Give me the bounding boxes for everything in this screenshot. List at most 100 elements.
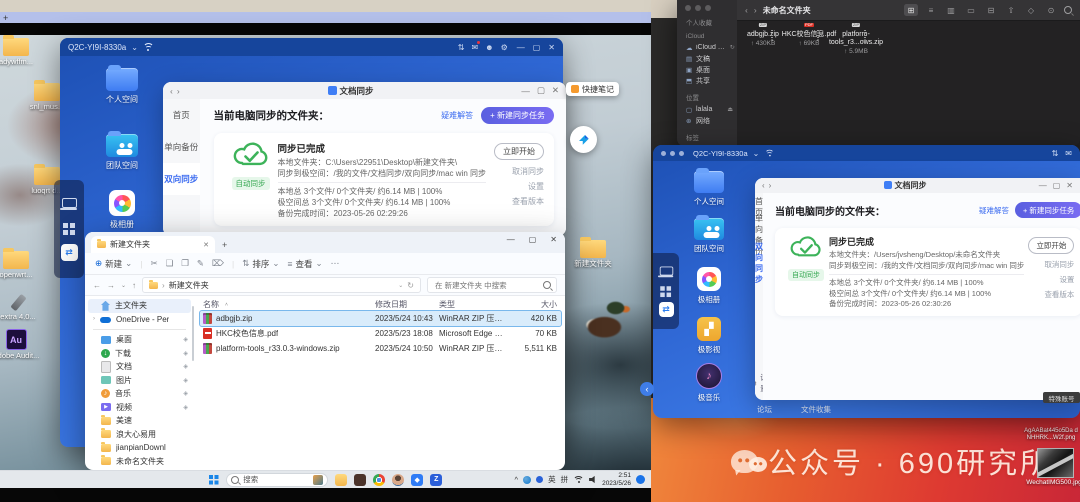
- dock-label-forum[interactable]: 论坛: [757, 404, 772, 415]
- taskbar-profile-avatar[interactable]: [392, 474, 404, 486]
- sidebar-item-music[interactable]: ♪音乐◈: [85, 387, 194, 401]
- close-button[interactable]: ✕: [550, 235, 557, 244]
- sidebar-item-documents[interactable]: ▤文稿: [677, 53, 737, 64]
- finder-file[interactable]: ZIP platform-tools_r3...ows.zip ↑ 5.9MB: [828, 29, 884, 55]
- nav-settings[interactable]: ⚙设置: [755, 372, 763, 394]
- close-button[interactable]: ✕: [1066, 181, 1073, 190]
- minimize-button[interactable]: —: [1039, 181, 1047, 190]
- tray-overflow-chevron[interactable]: ^: [515, 475, 519, 484]
- sync-shortcut-icon[interactable]: ⇄: [659, 302, 674, 317]
- view-versions-link[interactable]: 查看版本: [1024, 289, 1074, 300]
- cancel-sync-link[interactable]: 取消同步: [486, 166, 544, 177]
- desktop-partial-label[interactable]: 特殊账号: [1043, 392, 1080, 403]
- column-size[interactable]: 大小: [507, 299, 561, 310]
- notification-badge[interactable]: [636, 475, 645, 484]
- desktop-icon-folder[interactable]: openwrt...: [0, 251, 42, 279]
- tray-edge-icon[interactable]: [523, 476, 531, 484]
- app-personal-space[interactable]: 个人空间: [681, 171, 737, 207]
- transfer-icon[interactable]: ⇅: [1052, 149, 1059, 158]
- cancel-sync-link[interactable]: 取消同步: [1024, 259, 1074, 270]
- forward-icon[interactable]: →: [107, 281, 115, 290]
- sidebar-item-documents[interactable]: 文档◈: [85, 360, 194, 374]
- taskbar-search[interactable]: 搜索: [226, 473, 328, 487]
- app-music[interactable]: ♪ 极音乐: [681, 363, 737, 403]
- user-icon[interactable]: ☻: [485, 43, 493, 52]
- eject-icon[interactable]: ⏏: [727, 106, 733, 113]
- tag-button[interactable]: ◇: [1024, 4, 1038, 16]
- close-button[interactable]: ✕: [548, 43, 555, 52]
- start-now-button[interactable]: 立即开始: [494, 143, 544, 160]
- sidebar-item-folder[interactable]: jianpianDownl: [85, 441, 194, 455]
- taskbar-file-explorer[interactable]: [335, 474, 347, 486]
- wifi-icon[interactable]: [573, 476, 584, 484]
- explorer-tab[interactable]: 新建文件夹 ✕: [91, 236, 215, 253]
- app-photo-album[interactable]: 极相册: [92, 190, 152, 230]
- quick-note-widget[interactable]: 快捷笔记: [566, 82, 619, 96]
- start-now-button[interactable]: 立即开始: [1028, 237, 1074, 254]
- tray-app-icon[interactable]: [536, 476, 543, 483]
- new-tab-button[interactable]: +: [222, 240, 227, 250]
- more-actions-button[interactable]: ⊙: [1044, 4, 1058, 16]
- new-sync-task-button[interactable]: + 新建同步任务: [481, 107, 554, 124]
- sidebar-item-icloud-drive[interactable]: ☁iCloud …↻: [677, 42, 737, 53]
- taskbar-app-blue[interactable]: ◆: [411, 474, 423, 486]
- desktop-file-label[interactable]: AgAABat445o5Da dNHHRK...W2f.png: [1023, 428, 1079, 442]
- device-name[interactable]: Q2C-YI9I-8330a: [68, 43, 126, 52]
- nav-twoway-sync[interactable]: 双向同步: [163, 163, 200, 195]
- windows-start-button[interactable]: [209, 475, 214, 480]
- sidebar-item-desktop[interactable]: 桌面◈: [85, 333, 194, 347]
- view-grid-button[interactable]: ⊞: [904, 4, 918, 16]
- file-row[interactable]: platform-tools_r33.0.3-windows.zip 2023/…: [200, 341, 561, 356]
- share-button[interactable]: ⇧: [1004, 4, 1018, 16]
- desktop-icon-folder[interactable]: adywffm...: [0, 38, 42, 66]
- history-chevron-icon[interactable]: ⌄: [121, 282, 126, 289]
- settings-link[interactable]: 设置: [1024, 274, 1074, 285]
- desktop-image-thumbnail[interactable]: [1037, 448, 1074, 478]
- delete-icon[interactable]: ⌦: [212, 258, 224, 269]
- sidebar-item-network[interactable]: ⊛网络: [677, 115, 737, 126]
- view-gallery-button[interactable]: ▭: [964, 4, 978, 16]
- view-versions-link[interactable]: 查看版本: [486, 196, 544, 207]
- search-icon[interactable]: [1064, 6, 1072, 14]
- view-columns-button[interactable]: ▥: [944, 4, 958, 16]
- taskbar-zspace-app[interactable]: Z: [430, 474, 442, 486]
- new-item-button[interactable]: ⊕新建⌄: [95, 258, 132, 270]
- message-icon[interactable]: ✉: [471, 43, 478, 52]
- more-options-icon[interactable]: ⋯: [331, 258, 340, 269]
- search-input[interactable]: [433, 280, 540, 291]
- faq-link[interactable]: 疑难解答: [979, 205, 1009, 216]
- sidebar-item-downloads[interactable]: ↓下载◈: [85, 347, 194, 361]
- paste-icon[interactable]: ❐: [181, 258, 189, 269]
- column-name[interactable]: 名称˄: [200, 299, 375, 310]
- app-team-space[interactable]: 团队空间: [92, 134, 152, 171]
- chevron-down-icon[interactable]: ⌄: [131, 43, 138, 52]
- nav-home[interactable]: 首页: [163, 99, 200, 131]
- traffic-lights[interactable]: [661, 149, 688, 158]
- copy-icon[interactable]: ❏: [166, 258, 174, 269]
- close-tab-icon[interactable]: ✕: [203, 241, 209, 249]
- traffic-lights[interactable]: [677, 5, 737, 11]
- close-button[interactable]: ✕: [552, 85, 559, 96]
- explorer-search-box[interactable]: [427, 277, 557, 293]
- taskbar-chrome[interactable]: [373, 474, 385, 486]
- file-row[interactable]: adbgjb.zip 2023/5/24 10:43 WinRAR ZIP 压缩…: [200, 311, 561, 326]
- minimize-button[interactable]: —: [521, 86, 530, 96]
- zoom-button[interactable]: [705, 5, 711, 11]
- back-button[interactable]: ‹: [762, 181, 765, 190]
- back-icon[interactable]: ←: [93, 281, 101, 290]
- computer-icon[interactable]: [659, 266, 673, 275]
- taskbar-clock[interactable]: 2:512023/5/26: [602, 472, 631, 487]
- faq-link[interactable]: 疑难解答: [441, 110, 473, 121]
- sidebar-item-pictures[interactable]: 图片◈: [85, 374, 194, 388]
- sidebar-item-videos[interactable]: ▶视频◈: [85, 401, 194, 415]
- ime-language-pinyin[interactable]: 拼: [561, 474, 569, 485]
- sort-button[interactable]: ⇅排序⌄: [242, 258, 279, 270]
- sidebar-item-home[interactable]: 主文件夹: [88, 299, 191, 313]
- app-personal-space[interactable]: 个人空间: [92, 68, 152, 105]
- transfer-icon[interactable]: ⇅: [458, 43, 465, 52]
- rename-icon[interactable]: ✎: [197, 258, 204, 269]
- refresh-icon[interactable]: ↻: [407, 281, 414, 290]
- settings-gear-icon[interactable]: ⚙: [501, 43, 508, 52]
- view-list-button[interactable]: ≡: [924, 4, 938, 16]
- sidebar-item-folder[interactable]: 未命名文件夹: [85, 455, 194, 469]
